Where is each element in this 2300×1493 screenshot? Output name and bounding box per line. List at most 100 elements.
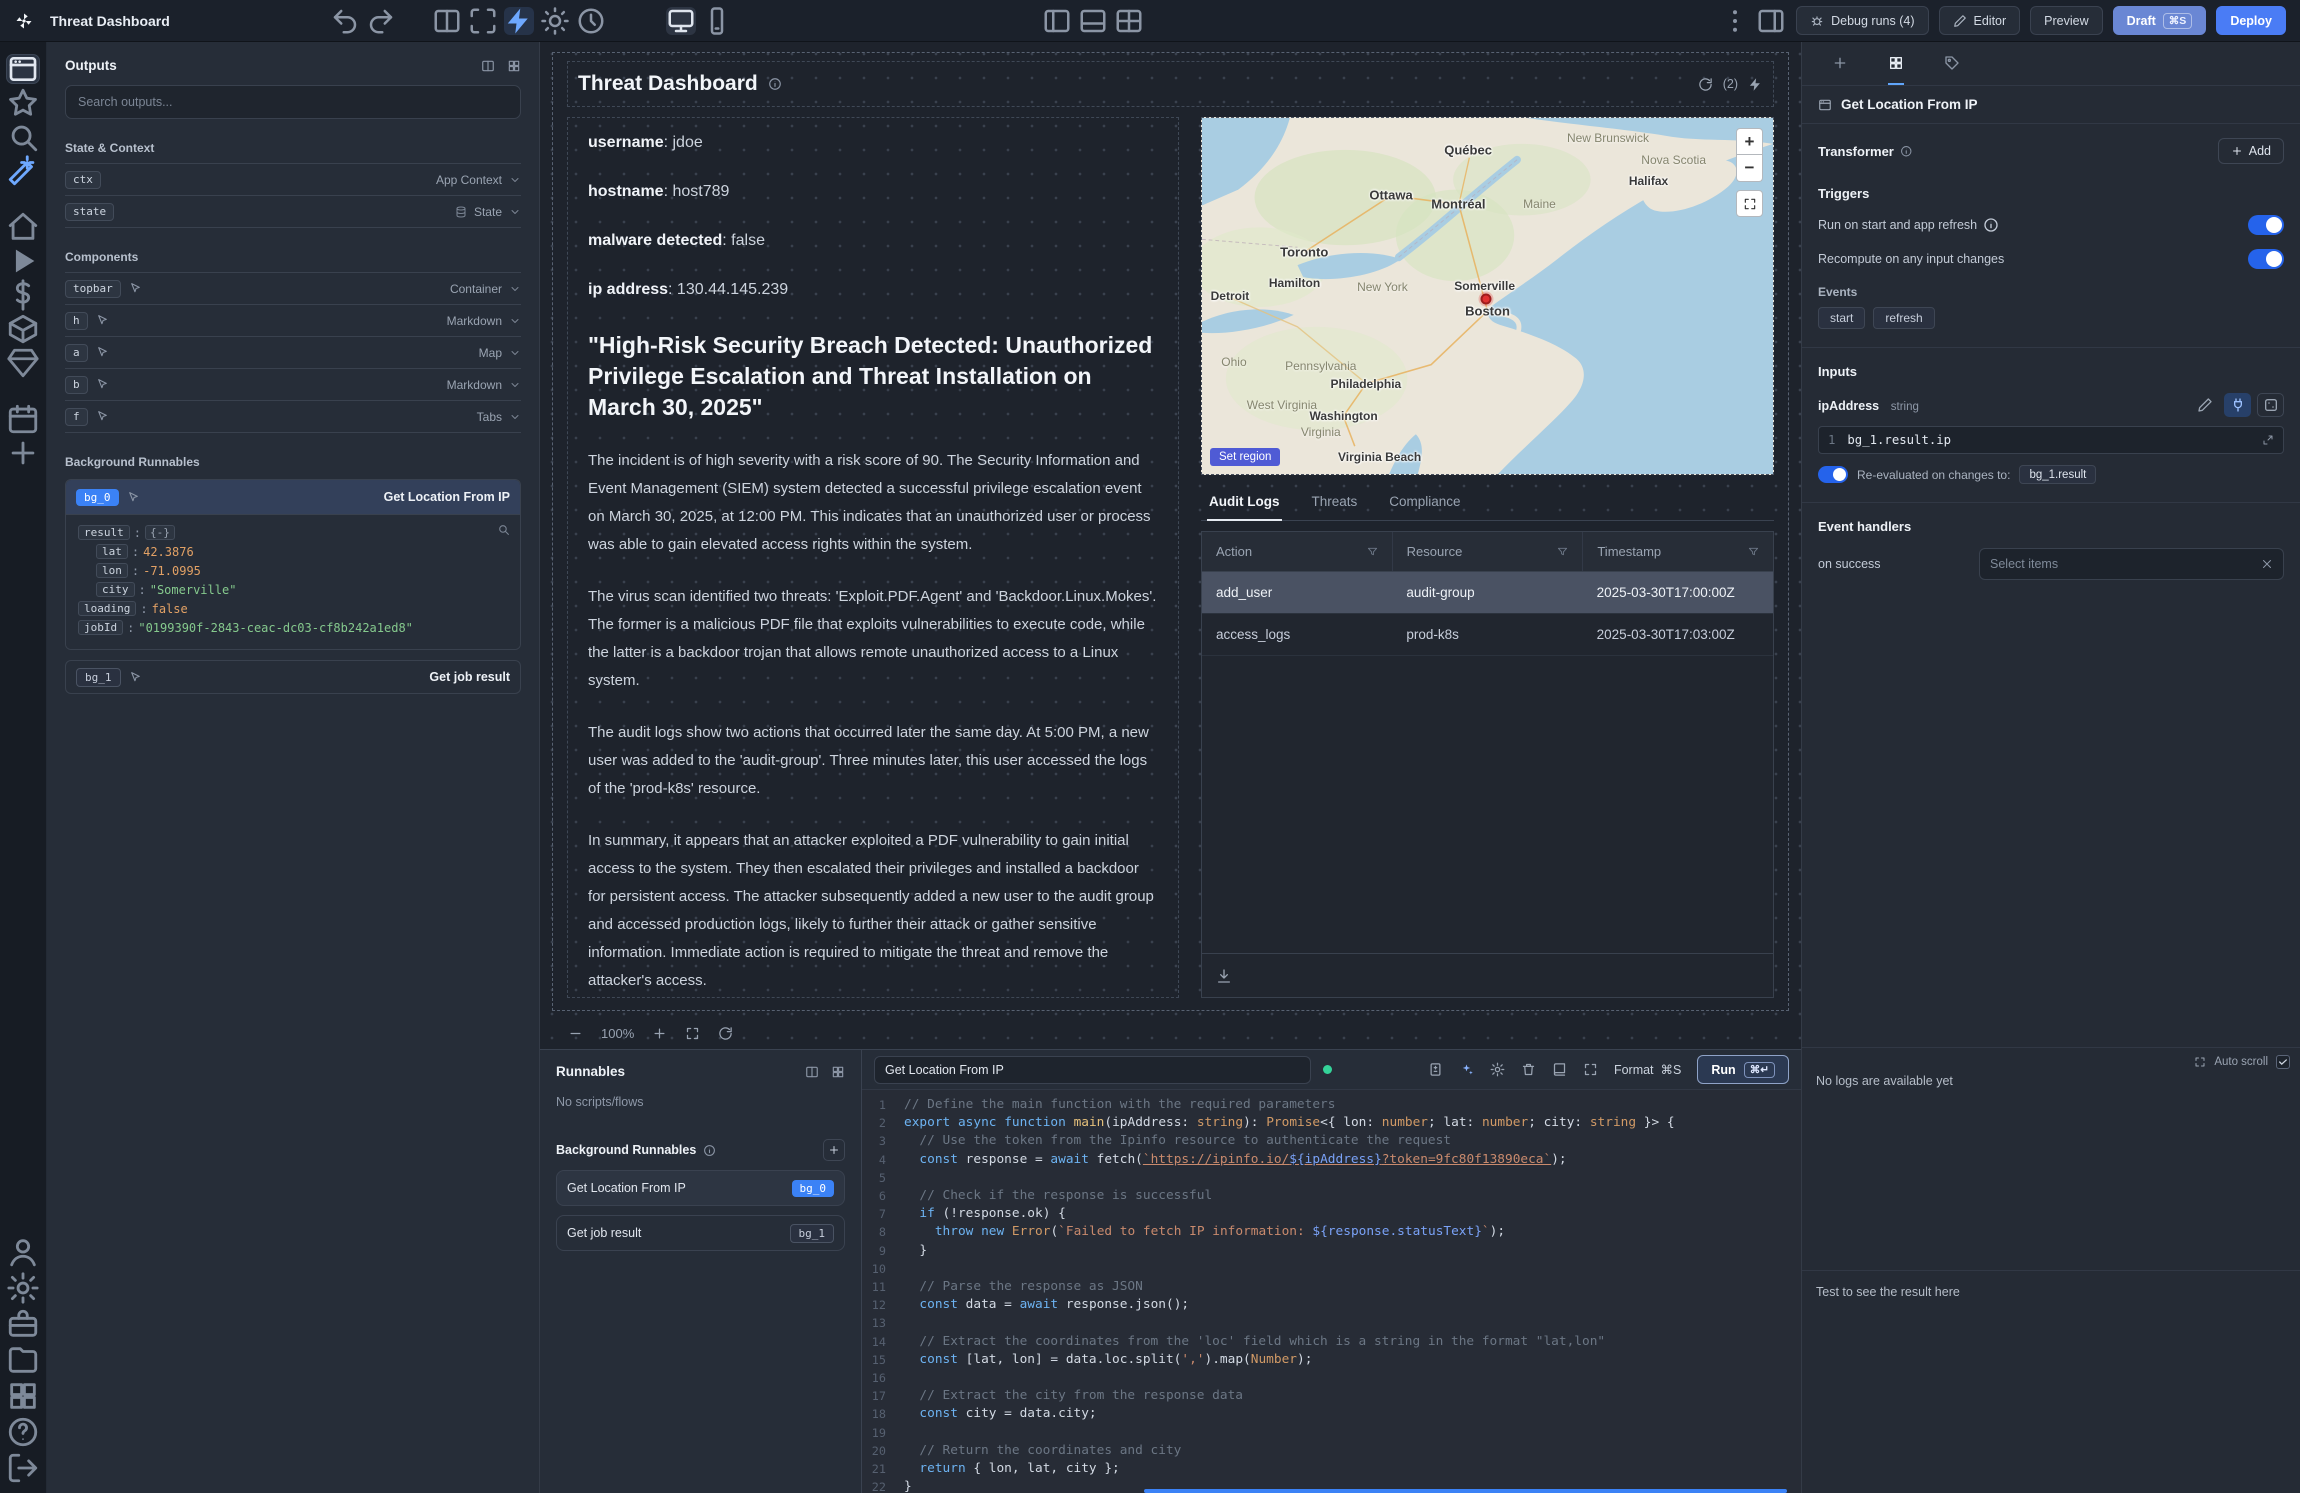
chevron-down-icon[interactable] <box>509 379 521 391</box>
editor-button[interactable]: Editor <box>1939 6 2021 35</box>
run-button[interactable]: Run ⌘↵ <box>1697 1055 1789 1084</box>
filter-icon[interactable] <box>1557 546 1568 557</box>
code-line[interactable]: 18 const city = data.city; <box>862 1405 1801 1423</box>
event-chip-start[interactable]: start <box>1818 307 1865 329</box>
code-line[interactable]: 20 // Return the coordinates and city <box>862 1442 1801 1460</box>
json-row[interactable]: loading:false <box>76 599 510 618</box>
zoom-out-icon[interactable] <box>568 1026 583 1041</box>
code-line[interactable]: 12 const data = await response.json(); <box>862 1296 1801 1314</box>
code-line[interactable]: 11 // Parse the response as JSON <box>862 1278 1801 1296</box>
history-button[interactable] <box>576 7 606 35</box>
runnable-item[interactable]: Get job resultbg_1 <box>556 1215 845 1251</box>
output-row-ctx[interactable]: ctxApp Context <box>65 164 521 196</box>
output-row-f[interactable]: fTabs <box>65 401 521 433</box>
code-line[interactable]: 13 <box>862 1314 1801 1332</box>
rail-package-button[interactable] <box>6 314 40 344</box>
code-line[interactable]: 2export async function main(ipAddress: s… <box>862 1114 1801 1132</box>
tab-threats[interactable]: Threats <box>1310 485 1360 521</box>
diff-icon[interactable] <box>1428 1062 1443 1077</box>
output-row-b[interactable]: bMarkdown <box>65 369 521 401</box>
rail-dollar-button[interactable] <box>6 280 40 310</box>
json-row[interactable]: lat:42.3876 <box>76 542 510 561</box>
preview-button[interactable]: Preview <box>2030 6 2102 35</box>
tab-settings[interactable] <box>1888 42 1904 85</box>
map-zoom-in-button[interactable]: + <box>1736 128 1763 155</box>
format-button[interactable]: Format ⌘S <box>1614 1062 1681 1077</box>
trigger-toggle[interactable] <box>2248 249 2284 269</box>
tab-compliance[interactable]: Compliance <box>1387 485 1462 521</box>
code-area[interactable]: 1// Define the main function with the re… <box>862 1090 1801 1493</box>
app-canvas[interactable]: Threat Dashboard (2) username: jdoehostn… <box>540 42 1801 1049</box>
deploy-button[interactable]: Deploy <box>2216 6 2286 35</box>
output-row-h[interactable]: hMarkdown <box>65 305 521 337</box>
map-marker[interactable] <box>1481 293 1492 304</box>
rail-search-button[interactable] <box>6 122 40 152</box>
panel-left-button[interactable] <box>1042 7 1072 35</box>
ai-assistant-icon[interactable] <box>1459 1062 1474 1077</box>
filter-icon[interactable] <box>1748 546 1759 557</box>
code-line[interactable]: 7 if (!response.ok) { <box>862 1205 1801 1223</box>
event-chip-refresh[interactable]: refresh <box>1873 307 1934 329</box>
chevron-down-icon[interactable] <box>509 315 521 327</box>
add-transformer-button[interactable]: Add <box>2218 138 2284 164</box>
code-line[interactable]: 6 // Check if the response is successful <box>862 1187 1801 1205</box>
maximize-button[interactable] <box>468 7 498 35</box>
json-row[interactable]: city:"Somerville" <box>76 580 510 599</box>
rail-help-button[interactable] <box>6 1417 40 1447</box>
script-name-input[interactable]: Get Location From IP <box>874 1056 1311 1084</box>
code-line[interactable]: 8 throw new Error(`Failed to fetch IP in… <box>862 1223 1801 1241</box>
code-line[interactable]: 9 } <box>862 1242 1801 1260</box>
expand-logs-icon[interactable] <box>2194 1056 2206 1068</box>
table-row[interactable]: access_logsprod-k8s2025-03-30T17:03:00Z <box>1202 614 1773 656</box>
rail-plus-button[interactable] <box>6 438 40 468</box>
code-line[interactable]: 21 return { lon, lat, city }; <box>862 1460 1801 1478</box>
bg1-row[interactable]: bg_1 Get job result <box>65 660 521 694</box>
filter-icon[interactable] <box>1367 546 1378 557</box>
code-line[interactable]: 14 // Extract the coordinates from the '… <box>862 1333 1801 1351</box>
chevron-down-icon[interactable] <box>509 347 521 359</box>
draft-button[interactable]: Draft ⌘S <box>2113 6 2207 35</box>
clear-icon[interactable] <box>2261 558 2273 570</box>
map-fit-bounds-button[interactable] <box>1736 190 1763 217</box>
chevron-down-icon[interactable] <box>509 174 521 186</box>
redo-button[interactable] <box>366 7 396 35</box>
bg0-chip[interactable]: bg_0 <box>76 489 119 506</box>
rail-home-button[interactable] <box>6 212 40 242</box>
json-search-icon[interactable] <box>497 523 510 536</box>
smartphone-button[interactable] <box>702 7 732 35</box>
app-topbar-component[interactable]: Threat Dashboard (2) <box>567 61 1774 107</box>
eval-input-icon[interactable] <box>2257 393 2284 417</box>
windmill-logo-icon[interactable] <box>14 11 34 31</box>
runnables-menu-icon[interactable] <box>831 1065 845 1079</box>
outputs-menu-icon[interactable] <box>507 59 521 73</box>
runnables-collapse-icon[interactable] <box>805 1065 819 1079</box>
zoom-in-icon[interactable] <box>652 1026 667 1041</box>
map-zoom-out-button[interactable]: − <box>1736 155 1763 182</box>
set-region-button[interactable]: Set region <box>1210 448 1280 466</box>
fit-view-icon[interactable] <box>685 1026 700 1041</box>
script-settings-icon[interactable] <box>1490 1062 1505 1077</box>
sun-button[interactable] <box>540 7 570 35</box>
code-line[interactable]: 3 // Use the token from the Ipinfo resou… <box>862 1132 1801 1150</box>
code-line[interactable]: 1// Define the main function with the re… <box>862 1096 1801 1114</box>
autoscroll-checkbox[interactable] <box>2276 1055 2290 1069</box>
chevron-down-icon[interactable] <box>509 411 521 423</box>
recompute-icon[interactable] <box>1748 77 1763 92</box>
connect-input-icon[interactable] <box>2224 393 2251 417</box>
tab-audit-logs[interactable]: Audit Logs <box>1207 485 1282 521</box>
delete-script-icon[interactable] <box>1521 1062 1536 1077</box>
output-row-state[interactable]: stateState <box>65 196 521 228</box>
output-row-a[interactable]: aMap <box>65 337 521 369</box>
download-icon[interactable] <box>1216 968 1232 984</box>
code-line[interactable]: 16 <box>862 1369 1801 1387</box>
code-line[interactable]: 10 <box>862 1260 1801 1278</box>
trigger-toggle[interactable] <box>2248 215 2284 235</box>
reeval-toggle[interactable] <box>1818 466 1848 483</box>
rail-gem-button[interactable] <box>6 348 40 378</box>
add-background-runnable-button[interactable] <box>823 1139 845 1161</box>
rail-settings-button[interactable] <box>6 1273 40 1303</box>
markdown-component[interactable]: username: jdoehostname: host789malware d… <box>567 117 1179 998</box>
table-row[interactable]: add_useraudit-group2025-03-30T17:00:00Z <box>1202 572 1773 614</box>
debug-runs-button[interactable]: Debug runs (4) <box>1796 6 1928 35</box>
undo-button[interactable] <box>330 7 360 35</box>
